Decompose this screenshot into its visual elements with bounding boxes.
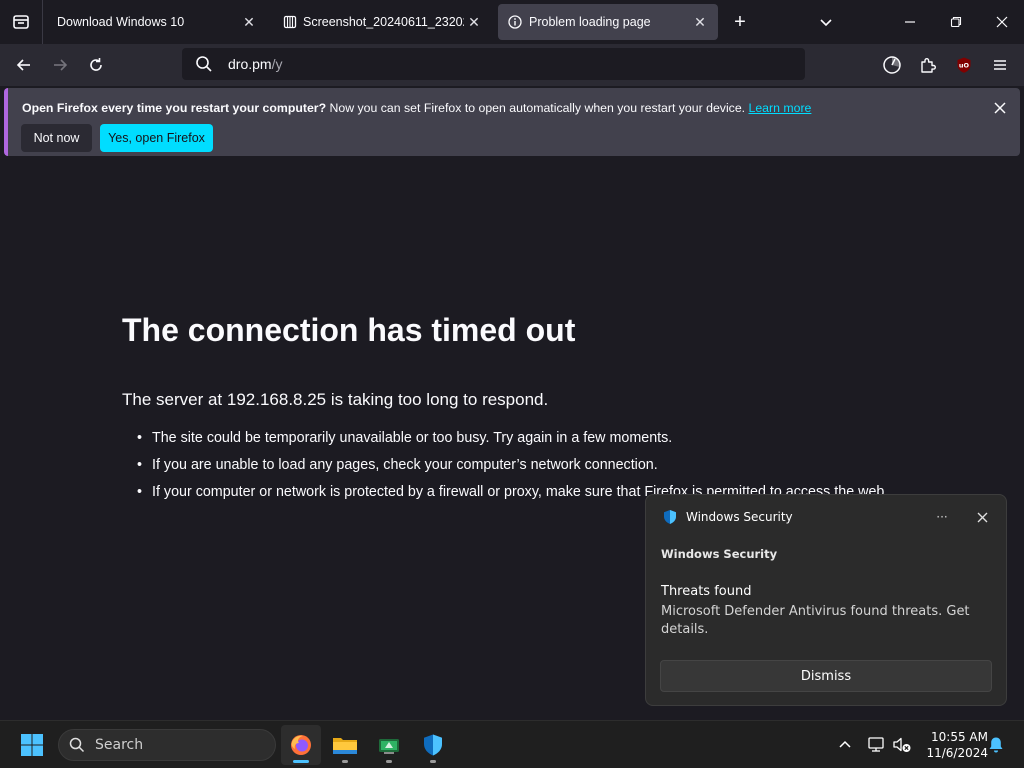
notification-title: Open Firefox every time you restart your… <box>22 101 327 115</box>
hamburger-menu-icon <box>994 60 1006 70</box>
url-text: dro.pm/y <box>228 56 282 72</box>
toast-body: Microsoft Defender Antivirus found threa… <box>661 604 970 637</box>
taskbar-firefox[interactable] <box>281 725 321 765</box>
firefox-icon <box>291 735 311 755</box>
yes-open-firefox-button[interactable]: Yes, open Firefox <box>100 124 213 152</box>
suggestion-item: The site could be temporarily unavailabl… <box>137 428 897 448</box>
toast-app-name: Windows Security <box>661 547 778 561</box>
error-title: The connection has timed out <box>122 312 576 348</box>
search-placeholder: Search <box>95 737 144 753</box>
minimize-button[interactable] <box>890 0 930 44</box>
account-button[interactable] <box>877 50 907 80</box>
close-icon[interactable]: ✕ <box>464 12 484 32</box>
notification-message: Open Firefox every time you restart your… <box>22 101 811 115</box>
close-icon[interactable]: ✕ <box>690 12 710 32</box>
toast-header-title: Windows Security <box>686 510 793 524</box>
windows-security-toast[interactable]: Windows Security ··· Windows Security Th… <box>645 494 1007 706</box>
app-monitor-icon <box>379 739 399 754</box>
error-description: The server at 192.168.8.25 is taking too… <box>122 390 549 409</box>
account-sync-icon <box>883 56 901 74</box>
url-path: /y <box>271 56 283 72</box>
tab-label: Download Windows 10 <box>57 15 185 29</box>
tab-label: Screenshot_20240611_232027.pn <box>303 15 464 29</box>
tab-screenshot[interactable]: Screenshot_20240611_232027.pn ✕ <box>274 4 492 40</box>
toast-close-button[interactable] <box>972 507 992 527</box>
close-icon <box>977 512 987 522</box>
toast-header: Windows Security <box>662 509 793 525</box>
search-icon <box>69 737 85 753</box>
forward-arrow-icon <box>54 59 68 71</box>
dismiss-button[interactable]: Dismiss <box>660 660 992 692</box>
clock-date: 11/6/2024 <box>926 746 988 760</box>
minimize-icon <box>905 21 915 23</box>
notification-text: Now you can set Firefox to open automati… <box>326 101 749 115</box>
back-arrow-icon <box>16 59 30 71</box>
close-window-button[interactable] <box>982 0 1022 44</box>
running-indicator <box>386 760 392 763</box>
app-menu-button[interactable] <box>985 50 1015 80</box>
plus-icon: + <box>734 10 746 33</box>
taskbar-file-explorer[interactable] <box>325 725 365 765</box>
restore-button[interactable] <box>936 0 976 44</box>
network-status-button[interactable] <box>865 733 889 757</box>
windows-logo-icon <box>21 734 43 756</box>
start-button[interactable] <box>12 725 52 765</box>
close-icon[interactable]: ✕ <box>239 12 259 32</box>
ublock-origin-button[interactable]: uO <box>949 50 979 80</box>
back-button[interactable] <box>9 50 39 80</box>
running-indicator <box>293 760 309 763</box>
speaker-muted-icon <box>893 737 911 752</box>
volume-button[interactable] <box>891 733 913 757</box>
notification-bar: Open Firefox every time you restart your… <box>4 88 1020 156</box>
running-indicator <box>430 760 436 763</box>
taskbar-search-box[interactable]: Search <box>58 729 276 761</box>
close-icon <box>994 102 1006 114</box>
notifications-button[interactable] <box>986 733 1006 757</box>
restore-icon <box>950 16 962 28</box>
folder-icon <box>333 738 357 754</box>
clock[interactable]: 10:55 AM 11/6/2024 <box>918 729 988 761</box>
taskbar: Search 10:55 AM 11/6/2024 <box>0 720 1024 768</box>
tab-download-windows[interactable]: Download Windows 10 ✕ <box>47 4 267 40</box>
reload-button[interactable] <box>81 50 111 80</box>
new-tab-button[interactable]: + <box>726 0 754 44</box>
network-icon <box>868 737 884 752</box>
address-bar[interactable]: dro.pm/y <box>182 48 805 80</box>
url-host: dro.pm <box>228 56 272 72</box>
toast-title: Threats found <box>661 584 752 599</box>
navigation-toolbar: dro.pm/y uO <box>0 44 1024 86</box>
list-all-tabs-button[interactable] <box>812 0 840 44</box>
defender-shield-icon <box>424 734 442 756</box>
close-icon <box>996 16 1008 28</box>
chevron-down-icon <box>820 19 832 27</box>
firefox-view-icon <box>13 15 29 29</box>
show-hidden-icons-button[interactable] <box>835 733 855 757</box>
image-icon <box>283 15 297 29</box>
tab-label: Problem loading page <box>529 15 651 29</box>
ublock-shield-icon: uO <box>957 57 971 73</box>
running-indicator <box>342 760 348 763</box>
chevron-up-icon <box>839 740 851 748</box>
taskbar-app[interactable] <box>369 725 409 765</box>
clock-time: 10:55 AM <box>931 730 988 744</box>
taskbar-windows-security[interactable] <box>413 725 453 765</box>
search-icon <box>194 54 214 74</box>
tab-problem-loading[interactable]: Problem loading page ✕ <box>498 4 718 40</box>
notification-close-button[interactable] <box>988 96 1012 120</box>
info-icon <box>508 15 522 29</box>
svg-text:uO: uO <box>959 62 970 70</box>
learn-more-link[interactable]: Learn more <box>749 101 812 115</box>
toast-more-options-button[interactable]: ··· <box>932 507 952 527</box>
not-now-button[interactable]: Not now <box>21 124 92 152</box>
bell-icon <box>989 737 1003 753</box>
reload-icon <box>90 58 102 71</box>
puzzle-icon <box>921 58 936 73</box>
tab-separator <box>42 0 43 44</box>
suggestion-item: If you are unable to load any pages, che… <box>137 455 897 475</box>
firefox-view-button[interactable] <box>0 0 42 44</box>
forward-button[interactable] <box>45 50 75 80</box>
extensions-button[interactable] <box>913 50 943 80</box>
tab-strip: Download Windows 10 ✕ Screenshot_2024061… <box>0 0 1024 44</box>
defender-shield-icon <box>664 510 676 524</box>
